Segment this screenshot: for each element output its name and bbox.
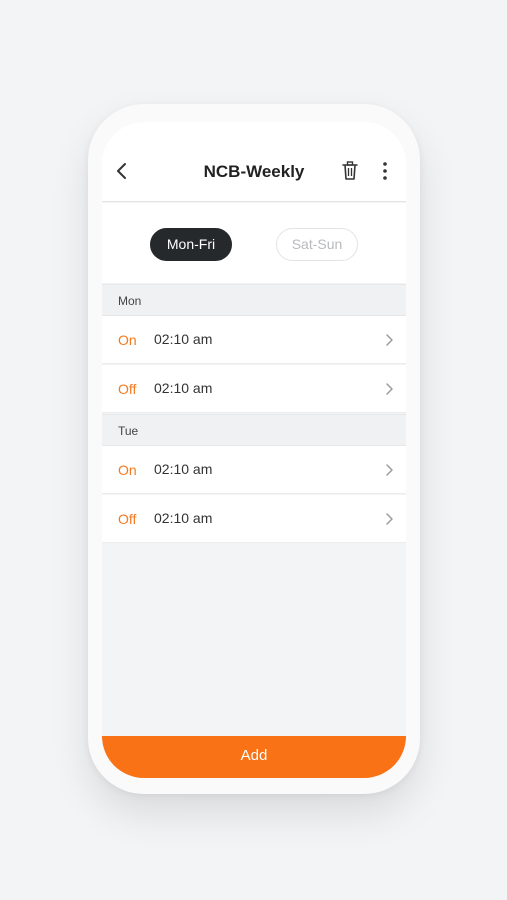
state-label: On (118, 462, 137, 478)
chevron-right-icon (384, 463, 394, 477)
schedule-row[interactable]: Off 02:10 am (102, 365, 406, 413)
schedule-row[interactable]: On 02:10 am (102, 316, 406, 364)
back-icon[interactable] (112, 160, 134, 182)
chevron-right-icon (384, 512, 394, 526)
more-vertical-icon[interactable] (378, 160, 392, 182)
time-label: 02:10 am (154, 331, 213, 347)
top-bar: NCB-Weekly (102, 122, 406, 202)
trash-icon[interactable] (340, 160, 360, 182)
schedule-row[interactable]: On 02:10 am (102, 446, 406, 494)
segment-sat-sun[interactable]: Sat-Sun (276, 228, 358, 261)
chevron-right-icon (384, 333, 394, 347)
add-button[interactable]: Add (102, 736, 406, 778)
time-label: 02:10 am (154, 380, 213, 396)
schedule-row[interactable]: Off 02:10 am (102, 495, 406, 543)
state-label: Off (118, 381, 137, 397)
day-header-tue: Tue (102, 414, 406, 446)
page-title: NCB-Weekly (203, 162, 305, 181)
segment-mon-fri[interactable]: Mon-Fri (150, 228, 232, 261)
time-label: 02:10 am (154, 510, 213, 526)
state-label: Off (118, 511, 137, 527)
chevron-right-icon (384, 382, 394, 396)
state-label: On (118, 332, 137, 348)
day-header-mon: Mon (102, 284, 406, 316)
day-range-segment: Mon-Fri Sat-Sun (102, 203, 406, 283)
app-screen: NCB-Weekly Mon-Fri Sat-Sun Mon On 02:10 … (102, 122, 406, 778)
phone-frame: NCB-Weekly Mon-Fri Sat-Sun Mon On 02:10 … (88, 104, 420, 794)
time-label: 02:10 am (154, 461, 213, 477)
